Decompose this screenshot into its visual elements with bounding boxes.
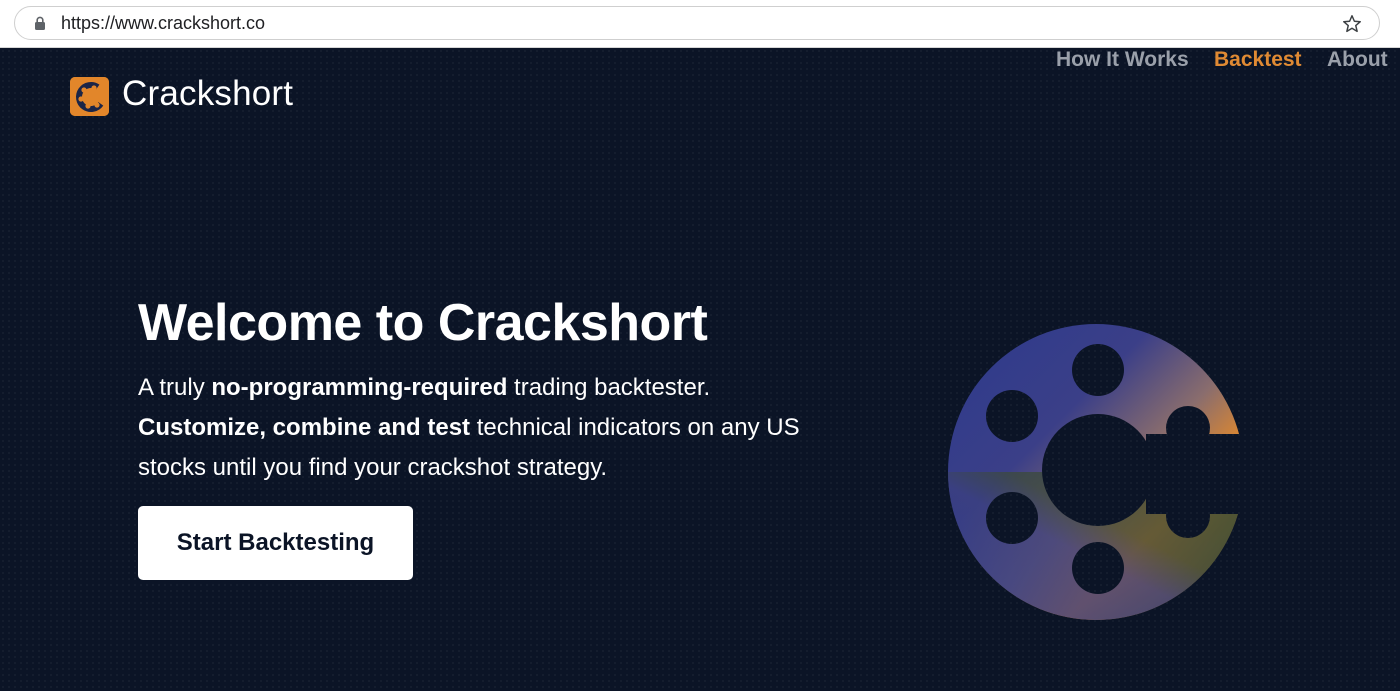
brand-name[interactable]: Crackshort bbox=[122, 74, 293, 114]
hero-line2-bold: Customize, combine and test bbox=[138, 414, 471, 441]
nav-about[interactable]: About bbox=[1327, 48, 1388, 72]
nav-how-it-works[interactable]: How It Works bbox=[1056, 48, 1189, 72]
start-backtesting-button[interactable]: Start Backtesting bbox=[138, 506, 413, 580]
hero-line1-bold: no-programming-required bbox=[211, 374, 508, 401]
hero-line1-post: trading backtester. bbox=[507, 374, 711, 401]
star-icon[interactable] bbox=[1341, 13, 1363, 35]
lock-icon bbox=[35, 16, 45, 30]
hero-title: Welcome to Crackshort bbox=[138, 294, 708, 352]
hero-line1-pre: A truly bbox=[138, 374, 212, 401]
crackshort-logo-icon[interactable] bbox=[70, 77, 109, 116]
address-bar[interactable]: https://www.crackshort.co bbox=[14, 6, 1380, 40]
browser-toolbar: https://www.crackshort.co bbox=[0, 0, 1400, 48]
hero-description: A truly no-programming-required trading … bbox=[138, 368, 838, 488]
landing-page: Crackshort How It Works Backtest About W… bbox=[0, 48, 1400, 691]
nav-backtest[interactable]: Backtest bbox=[1214, 48, 1302, 72]
crackshort-emblem-icon bbox=[948, 324, 1244, 620]
url-text[interactable]: https://www.crackshort.co bbox=[61, 13, 265, 34]
